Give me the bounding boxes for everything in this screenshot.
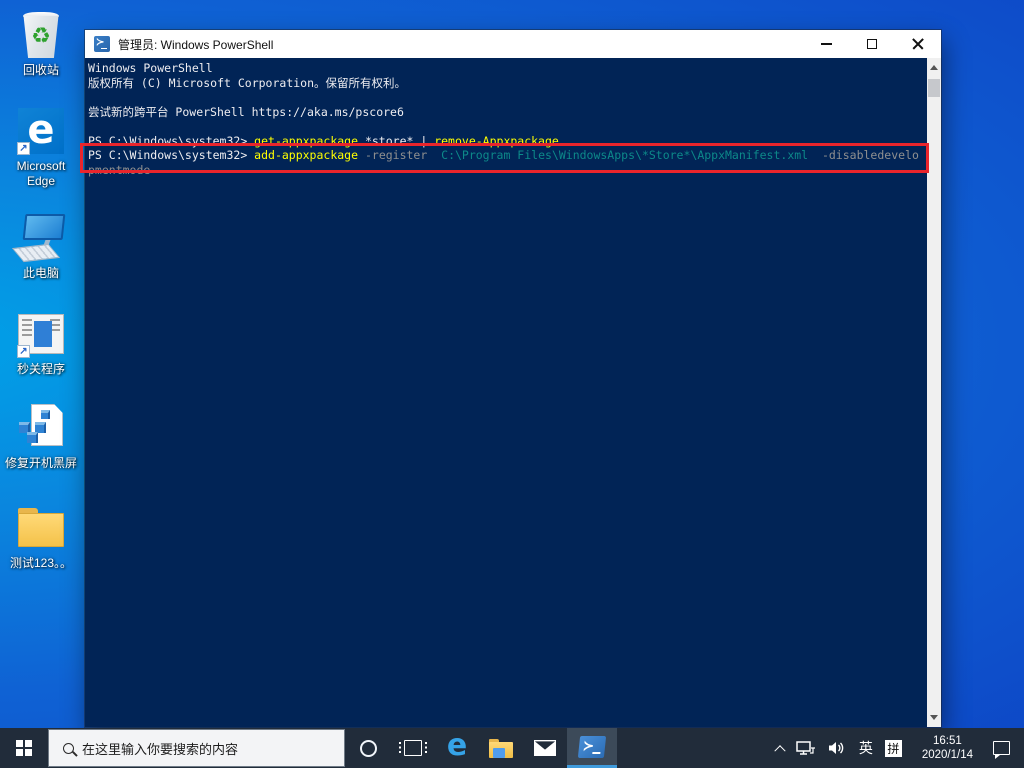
minimize-button[interactable]: [803, 30, 849, 58]
terminal-text-segment: Windows PowerShell: [88, 61, 213, 75]
close-icon: [912, 38, 924, 50]
maximize-button[interactable]: [849, 30, 895, 58]
desktop-icon-recycle-bin[interactable]: ♻ 回收站: [1, 10, 81, 78]
action-center-button[interactable]: [987, 728, 1024, 768]
terminal-text-segment: pmentmode: [88, 162, 151, 177]
maximize-icon: [867, 39, 877, 49]
desktop-icon-label: 测试123。。: [9, 556, 73, 570]
start-button[interactable]: [0, 728, 48, 768]
desktop-icon-label: 秒关程序: [16, 362, 65, 376]
scrollbar[interactable]: [927, 58, 941, 727]
desktop-icon-microsoft-edge[interactable]: e ↗ Microsoft Edge: [1, 106, 81, 189]
scroll-up-icon: [930, 65, 938, 70]
ime-language-button[interactable]: 英: [853, 728, 879, 768]
terminal-text-segment: C:\Program Files\WindowsApps\*Store*\App…: [441, 148, 809, 162]
terminal-text-segment: PS C:\Windows\system32>: [88, 148, 255, 162]
terminal-text-segment: *store* |: [358, 133, 435, 148]
ime-mode-button[interactable]: 拼: [879, 728, 908, 768]
clock-time: 16:51: [933, 735, 962, 747]
volume-button[interactable]: [822, 728, 853, 768]
task-view-button[interactable]: [391, 728, 435, 768]
desktop-icon-seconds-close-app[interactable]: ↗ 秒关程序: [1, 309, 81, 377]
tray-expand-button[interactable]: [770, 728, 790, 768]
terminal-text-segment: 版权所有 (C) Microsoft Corporation。保留所有权利。: [88, 75, 407, 90]
edge-icon: e: [446, 728, 468, 763]
terminal-text-segment: get-appxpackage: [254, 133, 359, 148]
desktop-icon-area: ♻ 回收站 e ↗ Microsoft Edge 此电脑 ↗ 秒关程序 修复开机黑屏 测试123。…: [0, 0, 82, 720]
terminal-text-segment: PS C:\Windows\system32>: [88, 133, 255, 148]
terminal-line: Windows PowerShell: [88, 61, 927, 76]
network-button[interactable]: [790, 728, 822, 768]
terminal-text-segment: add-appxpackage: [254, 148, 359, 162]
powershell-window: 管理员: Windows PowerShell Windows PowerShe…: [85, 30, 941, 727]
mail-button[interactable]: [523, 728, 567, 768]
desktop-icon-this-pc[interactable]: 此电脑: [1, 213, 81, 281]
terminal-line: 尝试新的跨平台 PowerShell https://aka.ms/pscore…: [88, 105, 927, 120]
desktop-icon-label: Microsoft Edge: [16, 159, 66, 188]
this-pc-icon: [11, 214, 66, 263]
ime-language-label: 英: [858, 740, 873, 756]
terminal-text-segment: remove-Appxpackage: [434, 133, 559, 148]
clock-button[interactable]: 16:51 2020/1/14: [908, 728, 987, 768]
desktop-icon-fix-boot-black-screen[interactable]: 修复开机黑屏: [1, 403, 81, 471]
file-explorer-button[interactable]: [479, 728, 523, 768]
scroll-down-button[interactable]: [927, 710, 941, 725]
volume-icon: [828, 742, 844, 754]
ime-mode-badge: 拼: [884, 739, 902, 757]
file-explorer-icon: [489, 738, 513, 758]
desktop-icon-label: 此电脑: [22, 266, 59, 280]
search-icon: [63, 742, 74, 754]
window-titlebar[interactable]: 管理员: Windows PowerShell: [85, 30, 941, 58]
terminal-line: 版权所有 (C) Microsoft Corporation。保留所有权利。: [88, 76, 927, 91]
desktop-icon-label: 回收站: [22, 63, 59, 77]
window-title: 管理员: Windows PowerShell: [118, 37, 274, 52]
shortcut-arrow-icon: ↗: [17, 345, 30, 358]
terminal-text-segment: 尝试新的跨平台 PowerShell https://aka.ms/pscore…: [88, 104, 404, 119]
chevron-up-icon: [774, 745, 786, 757]
cortana-button[interactable]: [345, 728, 391, 768]
clock-date: 2020/1/14: [921, 749, 973, 761]
terminal-line: PS C:\Windows\system32> add-appxpackage …: [88, 148, 927, 163]
network-icon: [796, 741, 815, 755]
cortana-icon: [359, 739, 377, 757]
scroll-down-icon: [930, 715, 938, 720]
task-view-icon: [399, 740, 427, 756]
shortcut-arrow-icon: ↗: [17, 142, 30, 155]
taskbar: 在这里输入你要搜索的内容 e ≻ 英 拼 16:51 2020/1/14: [0, 728, 1024, 768]
search-box[interactable]: 在这里输入你要搜索的内容: [48, 729, 345, 767]
windows-logo-icon: [16, 740, 32, 756]
system-tray: 英 拼 16:51 2020/1/14: [770, 728, 1024, 768]
scroll-up-button[interactable]: [927, 60, 941, 75]
action-center-icon: [993, 741, 1010, 759]
recycle-bin-icon: ♻: [22, 12, 60, 58]
terminal-line: PS C:\Windows\system32> get-appxpackage …: [88, 134, 927, 149]
minimize-icon: [820, 43, 832, 45]
folder-icon: [18, 508, 64, 548]
edge-taskbar-button[interactable]: e: [435, 728, 479, 768]
powershell-taskbar-button[interactable]: [567, 728, 617, 768]
desktop-icon-label: 修复开机黑屏: [4, 456, 77, 470]
search-placeholder: 在这里输入你要搜索的内容: [82, 741, 239, 757]
terminal-text-segment: -disabledevelo: [821, 148, 919, 162]
powershell-icon: [577, 735, 607, 758]
terminal-output[interactable]: Windows PowerShell 版权所有 (C) Microsoft Cor…: [85, 58, 927, 727]
desktop-icon-test-folder[interactable]: 测试123。。: [1, 503, 81, 571]
powershell-title-icon: [94, 36, 110, 52]
mail-icon: [534, 740, 556, 756]
registry-file-icon: [19, 404, 63, 452]
terminal-line: pmentmode: [88, 163, 927, 178]
close-button[interactable]: [895, 30, 941, 58]
terminal-text-segment: -register: [364, 148, 428, 162]
scrollbar-thumb[interactable]: [928, 79, 940, 97]
